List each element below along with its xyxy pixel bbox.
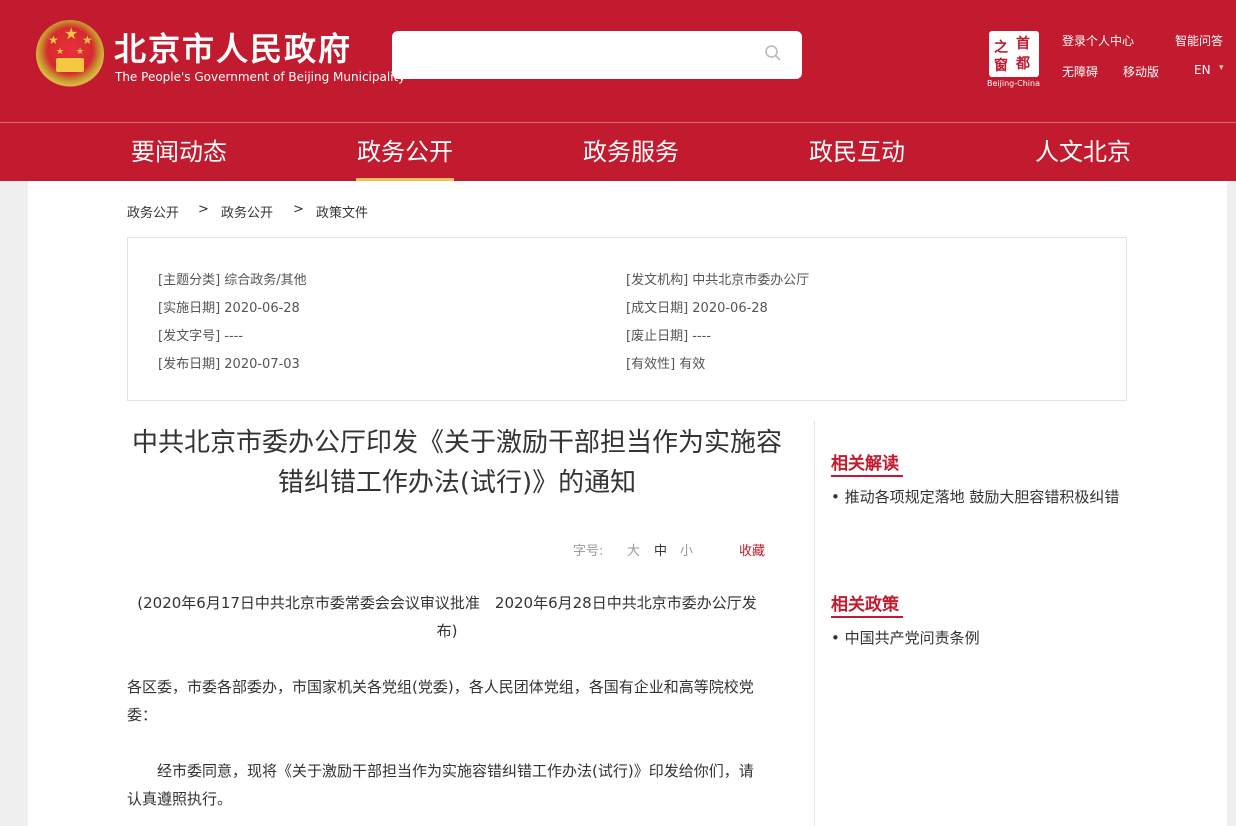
meta-effective-date: [实施日期] 2020-06-28 xyxy=(158,301,300,316)
related-reading-heading: 相关解读 xyxy=(831,454,899,474)
body-paragraph: 经市委同意，现将《关于激励干部担当作为实施容错纠错工作办法(试行)》印发给你们，… xyxy=(127,762,754,808)
site-subtitle: The People's Government of Beijing Munic… xyxy=(115,70,406,84)
document-metadata: [主题分类] 综合政务/其他 [发文机构] 中共北京市委办公厅 [实施日期] 2… xyxy=(127,237,1127,401)
breadcrumb-item[interactable]: 政务公开 xyxy=(127,202,179,221)
font-size-label: 字号: xyxy=(573,544,604,559)
login-link[interactable]: 登录个人中心 xyxy=(1062,32,1134,49)
main-content: 政务公开 > 政务公开 > 政策文件 [主题分类] 综合政务/其他 [发文机构]… xyxy=(28,181,1227,826)
english-link[interactable]: EN xyxy=(1194,63,1211,77)
capital-window-logo[interactable]: 首 都 之 窗 Beijing-China xyxy=(987,31,1041,89)
meta-validity: [有效性] 有效 xyxy=(626,357,706,372)
heading-underline xyxy=(831,616,903,618)
favorite-button[interactable]: 收藏 xyxy=(739,540,765,559)
meta-topic: [主题分类] 综合政务/其他 xyxy=(158,273,307,288)
site-title[interactable]: 北京市人民政府 xyxy=(114,24,352,70)
breadcrumb-item[interactable]: 政策文件 xyxy=(316,202,368,221)
heading-underline xyxy=(831,475,903,477)
accessibility-link[interactable]: 无障碍 xyxy=(1062,63,1098,80)
related-policy-item[interactable]: • 中国共产党问责条例 xyxy=(831,619,1131,657)
meta-written-date: [成文日期] 2020-06-28 xyxy=(626,301,768,316)
search-input[interactable] xyxy=(392,31,802,79)
nav-item-interaction[interactable]: 政民互动 xyxy=(808,123,906,181)
nav-item-government-affairs[interactable]: 政务公开 xyxy=(356,123,454,181)
nav-item-news[interactable]: 要闻动态 xyxy=(130,123,228,181)
breadcrumb-separator: > xyxy=(198,202,209,217)
approval-note: (2020年6月17日中共北京市委常委会会议审议批准 2020年6月28日中共北… xyxy=(137,594,757,640)
site-header: ★ ★ ★ ★ ★ 北京市人民政府 The People's Governmen… xyxy=(0,0,1236,122)
breadcrumb-separator: > xyxy=(293,202,304,217)
smart-qa-link[interactable]: 智能问答 xyxy=(1175,32,1223,49)
related-policy-heading: 相关政策 xyxy=(831,595,899,615)
nav-item-services[interactable]: 政务服务 xyxy=(582,123,680,181)
main-nav: 要闻动态 政务公开 政务服务 政民互动 人文北京 xyxy=(0,122,1236,181)
nav-item-culture[interactable]: 人文北京 xyxy=(1034,123,1132,181)
meta-issuer: [发文机构] 中共北京市委办公厅 xyxy=(626,273,810,288)
mobile-link[interactable]: 移动版 xyxy=(1123,63,1159,80)
chevron-down-icon[interactable]: ▾ xyxy=(1219,63,1224,73)
font-size-small-button[interactable]: 小 xyxy=(680,540,693,559)
related-reading-item[interactable]: • 推动各项规定落地 鼓励大胆容错积极纠错 xyxy=(831,478,1131,516)
search-icon[interactable] xyxy=(764,44,782,62)
sidebar-divider xyxy=(814,421,815,826)
recipients-paragraph: 各区委，市委各部委办，市国家机关各党组(党委)，各人民团体党组，各国有企业和高等… xyxy=(127,678,754,724)
article-title: 中共北京市委办公厅印发《关于激励干部担当作为实施容错纠错工作办法(试行)》的通知 xyxy=(131,428,782,498)
font-size-large-button[interactable]: 大 xyxy=(627,540,640,559)
national-emblem-icon: ★ ★ ★ ★ ★ xyxy=(36,20,104,88)
meta-publish-date: [发布日期] 2020-07-03 xyxy=(158,357,300,372)
meta-abolish-date: [废止日期] ---- xyxy=(626,329,712,344)
font-size-medium-button[interactable]: 中 xyxy=(654,540,667,559)
meta-doc-number: [发文字号] ---- xyxy=(158,329,244,344)
breadcrumb-item[interactable]: 政务公开 xyxy=(221,202,273,221)
